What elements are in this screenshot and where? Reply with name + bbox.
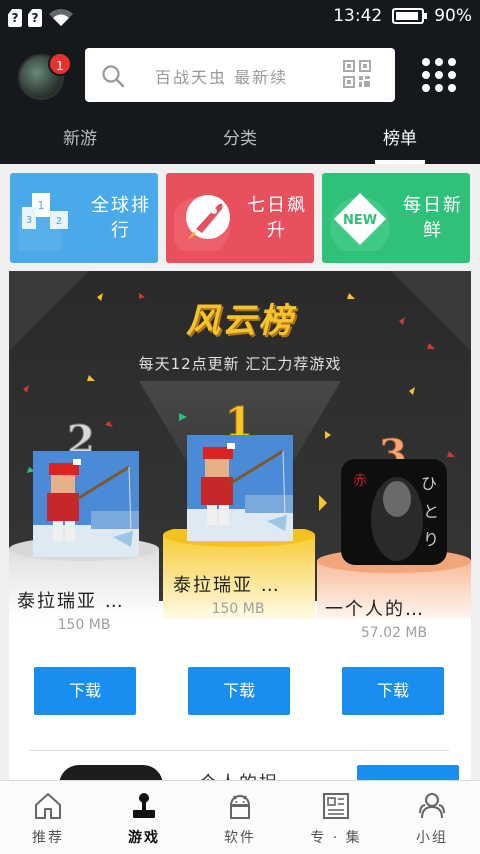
game-name[interactable]: 泰拉瑞亚 … <box>17 587 125 613</box>
category-daily-new[interactable]: NEW 每日新鲜 <box>322 173 470 263</box>
active-tab-indicator <box>375 160 425 164</box>
battery-percent: 90% <box>434 6 472 26</box>
newspaper-icon <box>323 793 349 819</box>
category-cards: 1 3 2 全球排行 七日飙升 NEW 每日新鲜 <box>10 173 470 263</box>
tab-categories[interactable]: 分类 <box>200 124 280 149</box>
game-name[interactable]: 泰拉瑞亚 … <box>173 571 281 597</box>
group-icon <box>419 793 445 819</box>
clock: 13:42 <box>333 6 383 26</box>
qr-scan-icon[interactable] <box>343 60 371 88</box>
svg-text:1: 1 <box>38 199 45 212</box>
nav-label: 小组 <box>416 830 448 846</box>
joystick-icon <box>133 793 155 818</box>
svg-text:赤: 赤 <box>353 473 367 489</box>
game-art-terraria[interactable] <box>33 451 139 557</box>
nav-label: 推荐 <box>32 830 64 846</box>
game-art-hitori[interactable]: 赤 ひ と り <box>341 459 447 565</box>
download-button[interactable]: 下载 <box>34 667 136 715</box>
nav-software[interactable]: 软件 <box>192 781 288 854</box>
nav-recommend[interactable]: 推荐 <box>0 781 96 854</box>
board-subtitle: 每天12点更新 汇汇力荐游戏 <box>138 355 342 373</box>
new-badge-icon: NEW <box>330 193 390 251</box>
status-icons-left: ? ? <box>8 9 74 27</box>
game-size: 57.02 MB <box>360 625 428 641</box>
svg-text:と: と <box>423 502 439 521</box>
category-label: 七日飙升 <box>247 195 307 241</box>
bottom-navigation: 推荐 游戏 软件 专 · 集 小组 <box>0 780 480 854</box>
apps-grid-icon[interactable] <box>422 58 456 92</box>
tab-rankings[interactable]: 榜单 <box>360 124 440 149</box>
category-global-ranking[interactable]: 1 3 2 全球排行 <box>10 173 158 263</box>
svg-text:2: 2 <box>56 216 62 227</box>
nav-collections[interactable]: 专 · 集 <box>288 781 384 854</box>
hitori-icon: 赤 ひ と り <box>341 459 447 565</box>
home-icon <box>35 793 61 819</box>
nav-games[interactable]: 游戏 <box>96 781 192 854</box>
download-button[interactable]: 下载 <box>188 667 290 715</box>
game-size: 150 MB <box>57 617 111 633</box>
divider <box>29 750 449 751</box>
search-icon <box>102 65 125 88</box>
status-icons-right: 13:42 90% <box>333 6 472 26</box>
svg-text:り: り <box>423 530 439 549</box>
nav-label: 游戏 <box>128 830 160 846</box>
category-label: 每日新鲜 <box>403 195 463 241</box>
category-label: 全球排行 <box>91 195 151 241</box>
podium-icon: 1 3 2 <box>18 193 68 251</box>
app-header: 1 百战天虫 最新续 新游 分类 榜单 <box>0 36 480 164</box>
game-art-terraria[interactable] <box>187 435 293 541</box>
category-seven-day-rising[interactable]: 七日飙升 <box>166 173 314 263</box>
battery-level <box>396 12 418 20</box>
nav-label: 专 · 集 <box>310 830 362 846</box>
search-bar[interactable]: 百战天虫 最新续 <box>85 48 395 102</box>
download-button[interactable]: 下载 <box>342 667 444 715</box>
status-bar: ? ? 13:42 90% <box>0 0 480 36</box>
board-title: 风云榜 <box>186 301 294 341</box>
ranking-board: 风云榜 每天12点更新 汇汇力荐游戏 2 泰拉瑞亚 … 150 MB 下载 1 … <box>9 271 471 791</box>
wifi-icon <box>49 9 73 26</box>
rocket-icon <box>174 195 230 251</box>
sim-card-icon: ? <box>8 9 22 27</box>
game-size: 150 MB <box>211 601 265 617</box>
android-icon <box>229 795 251 819</box>
game-name[interactable]: 一个人的… <box>325 595 425 621</box>
sim-card-icon: ? <box>28 9 42 27</box>
top-tabs: 新游 分类 榜单 <box>0 120 480 164</box>
svg-text:3: 3 <box>26 215 32 226</box>
svg-text:ひ: ひ <box>421 474 437 493</box>
terraria-icon <box>187 435 293 541</box>
tab-new-games[interactable]: 新游 <box>40 124 120 149</box>
terraria-icon <box>33 451 139 557</box>
notification-badge: 1 <box>48 52 72 76</box>
svg-text:NEW: NEW <box>343 213 377 228</box>
battery-icon <box>392 8 428 24</box>
nav-label: 软件 <box>224 830 256 846</box>
nav-groups[interactable]: 小组 <box>384 781 480 854</box>
search-placeholder: 百战天虫 最新续 <box>155 68 289 87</box>
